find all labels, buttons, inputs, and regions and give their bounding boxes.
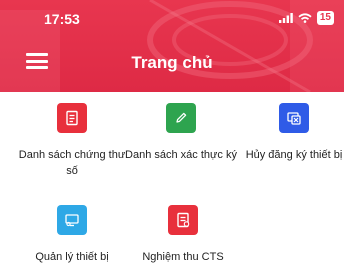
- menu-item-label: Hủy đăng ký thiết bị: [245, 149, 343, 161]
- device-manage-icon: [57, 205, 87, 235]
- status-time: 17:53: [44, 11, 80, 27]
- device-cancel-icon: [279, 103, 309, 133]
- menu-item-device-unregister[interactable]: Hủy đăng ký thiết bị: [236, 103, 344, 163]
- menu-item-cts-acceptance[interactable]: Nghiệm thu CTS: [125, 205, 241, 265]
- menu-item-label: Danh sách chứng thư số: [18, 149, 126, 177]
- menu-item-label: Danh sách xác thực ký: [125, 149, 237, 161]
- status-icons: 15: [278, 10, 334, 26]
- menu-item-certificate-list[interactable]: Danh sách chứng thư số: [14, 103, 130, 179]
- document-check-icon: [168, 205, 198, 235]
- menu-item-sign-authentication-list[interactable]: Danh sách xác thực ký: [123, 103, 239, 163]
- pencil-icon: [166, 103, 196, 133]
- menu-item-label: Nghiệm thu CTS: [142, 251, 224, 263]
- document-list-icon: [57, 103, 87, 133]
- app-header: 17:53 15 Trang chủ: [0, 0, 344, 92]
- wifi-icon: [298, 13, 312, 23]
- page-title: Trang chủ: [131, 53, 213, 72]
- battery-icon: 15: [316, 11, 334, 25]
- signal-icon: [278, 13, 293, 23]
- menu-item-device-management[interactable]: Quản lý thiết bị: [14, 205, 130, 265]
- menu-item-label: Quản lý thiết bị: [35, 251, 109, 263]
